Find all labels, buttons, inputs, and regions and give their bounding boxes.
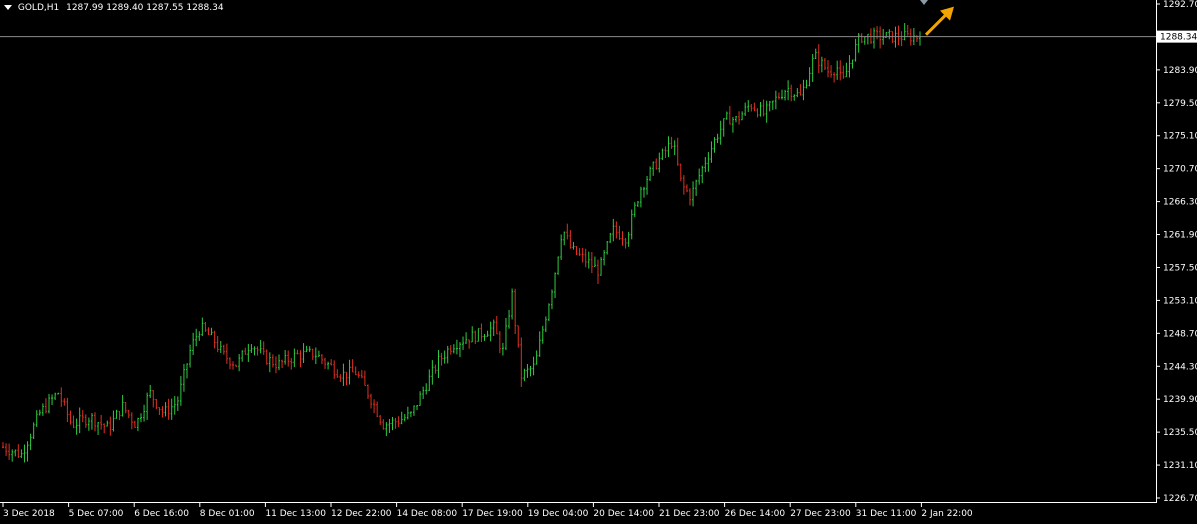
y-tick-label: 1231.10 (1163, 461, 1197, 471)
y-tick-label: 1266.30 (1163, 198, 1197, 208)
chart-background (0, 0, 1197, 524)
current-price-tag: 1288.34 (1157, 30, 1197, 43)
x-tick-label: 11 Dec 13:00 (265, 509, 326, 519)
candlestick-chart: 1292.70 1283.90 1279.50 1275.10 1270.70 1266.… (0, 0, 1197, 524)
symbol-label: GOLD,H1 (17, 3, 60, 13)
x-tick-label: 2 Jan 22:00 (921, 509, 973, 519)
x-tick-label: 17 Dec 19:00 (462, 509, 523, 519)
x-tick-label: 14 Dec 08:00 (397, 509, 458, 519)
y-tick-label: 1275.10 (1163, 132, 1197, 142)
y-tick-label: 1257.50 (1163, 263, 1197, 273)
x-tick-label: 26 Dec 14:00 (725, 509, 786, 519)
x-tick-label: 5 Dec 07:00 (69, 509, 124, 519)
y-tick-label: 1235.50 (1163, 428, 1197, 438)
y-tick-label: 1283.90 (1163, 66, 1197, 76)
chart-header: GOLD,H1 1287.99 1289.40 1287.55 1288.34 (4, 3, 224, 13)
x-tick-label: 19 Dec 04:00 (528, 509, 589, 519)
y-tick-label: 1253.10 (1163, 296, 1197, 306)
x-tick-label: 31 Dec 11:00 (856, 509, 917, 519)
y-tick-label: 1270.70 (1163, 165, 1197, 175)
x-tick-label: 6 Dec 16:00 (134, 509, 189, 519)
y-tick-label: 1248.70 (1163, 329, 1197, 339)
y-tick-label: 1239.90 (1163, 395, 1197, 405)
x-tick-label: 27 Dec 23:00 (790, 509, 851, 519)
y-tick-label: 1292.70 (1163, 0, 1197, 10)
y-tick-label: 1244.30 (1163, 362, 1197, 372)
x-tick-label: 21 Dec 23:00 (659, 509, 720, 519)
y-tick-label: 1261.90 (1163, 231, 1197, 241)
current-price-label: 1288.34 (1160, 33, 1197, 43)
x-tick-label: 3 Dec 2018 (3, 509, 55, 519)
y-tick-label: 1226.70 (1163, 494, 1197, 504)
ohlc-values: 1287.99 1289.40 1287.55 1288.34 (66, 3, 224, 13)
x-tick-label: 8 Dec 01:00 (200, 509, 255, 519)
y-tick-label: 1279.50 (1163, 99, 1197, 109)
dropdown-triangle-icon[interactable] (4, 5, 12, 10)
x-tick-label: 12 Dec 22:00 (331, 509, 392, 519)
x-tick-label: 20 Dec 14:00 (593, 509, 654, 519)
